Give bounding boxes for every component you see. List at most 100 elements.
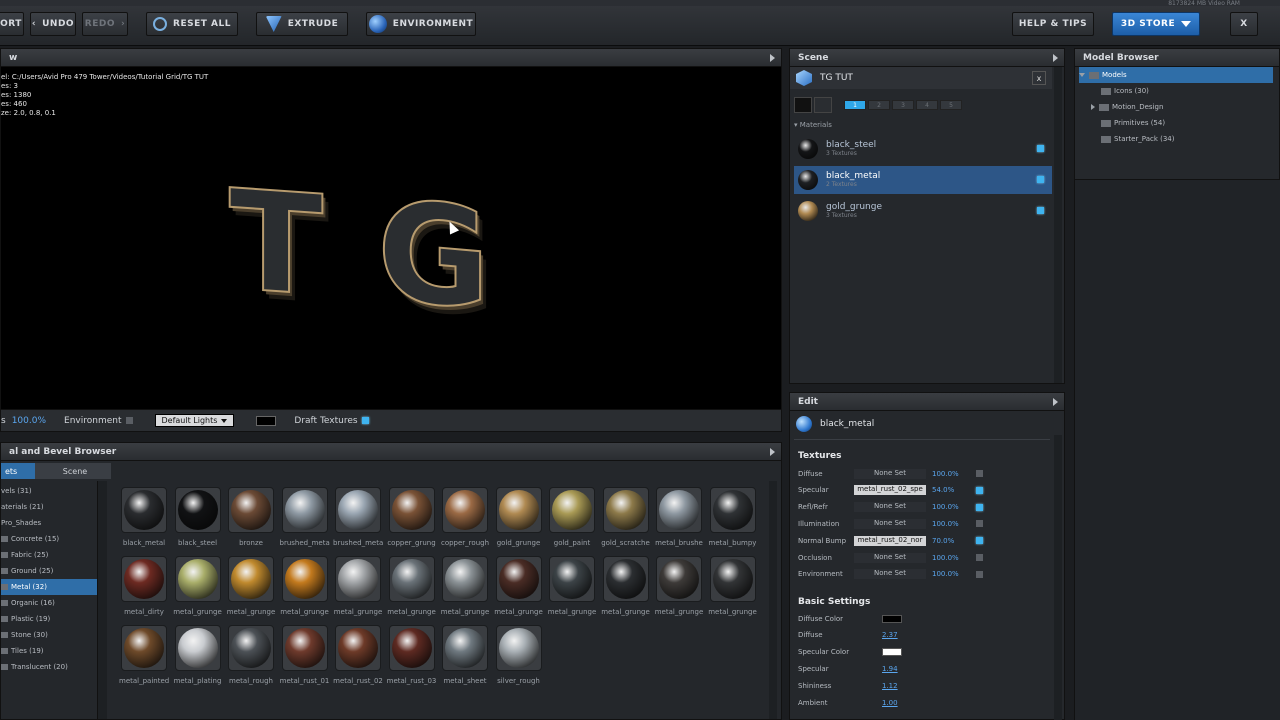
- tree-item[interactable]: Ground (25): [1, 563, 97, 579]
- basic-setting-value[interactable]: 1.12: [882, 682, 922, 690]
- material-thumbnail[interactable]: gold_grunge: [494, 487, 544, 547]
- material-thumbnail[interactable]: metal_sheet: [440, 625, 490, 685]
- zoom-value[interactable]: 100.0%: [12, 416, 46, 426]
- material-thumbnail[interactable]: brushed_meta: [280, 487, 330, 547]
- material-thumbnail[interactable]: metal_brushe: [654, 487, 704, 547]
- material-thumbnail[interactable]: copper_rough: [440, 487, 490, 547]
- color-swatch[interactable]: [882, 614, 902, 623]
- material-thumbnail[interactable]: silver_rough: [494, 625, 544, 685]
- material-visible-checkbox[interactable]: [1037, 145, 1044, 152]
- expand-arrow-icon[interactable]: [770, 54, 775, 62]
- tree-item[interactable]: Concrete (15): [1, 531, 97, 547]
- tree-item[interactable]: Translucent (20): [1, 659, 97, 675]
- model-tree-item[interactable]: Motion_Design: [1079, 99, 1273, 115]
- material-thumbnail[interactable]: metal_rust_01: [280, 625, 330, 685]
- material-thumbnail[interactable]: metal_grunge: [494, 556, 544, 616]
- expand-arrow-icon[interactable]: [770, 448, 775, 456]
- texture-strength[interactable]: 100.0%: [932, 520, 972, 528]
- undo-button[interactable]: ‹ UNDO: [30, 12, 76, 36]
- texture-enable-checkbox[interactable]: [976, 520, 983, 528]
- lights-dropdown[interactable]: Default Lights: [154, 414, 235, 427]
- material-thumbnail[interactable]: metal_grunge: [440, 556, 490, 616]
- scene-material-row[interactable]: gold_grunge 3 Textures: [794, 197, 1052, 225]
- texture-slot[interactable]: None Set: [854, 552, 926, 563]
- material-thumbnail[interactable]: metal_grunge: [226, 556, 276, 616]
- scene-object-row[interactable]: TG TUT x: [790, 67, 1052, 89]
- material-thumbnail[interactable]: metal_grunge: [280, 556, 330, 616]
- texture-strength[interactable]: 100.0%: [932, 554, 972, 562]
- material-thumbnail[interactable]: metal_painted: [119, 625, 169, 685]
- texture-slot[interactable]: metal_rust_02_nor: [854, 535, 926, 546]
- 3d-store-button[interactable]: 3D STORE: [1112, 12, 1200, 36]
- material-thumbnail[interactable]: metal_grunge: [333, 556, 383, 616]
- expand-arrow-icon[interactable]: [1053, 54, 1058, 62]
- tree-item[interactable]: Plastic (19): [1, 611, 97, 627]
- model-tree-item[interactable]: Icons (30): [1079, 83, 1273, 99]
- close-app-button[interactable]: X: [1230, 12, 1258, 36]
- tree-item[interactable]: Pro_Shades: [1, 515, 97, 531]
- close-object-button[interactable]: x: [1032, 71, 1046, 85]
- 3d-text-letter-g[interactable]: G: [376, 169, 491, 342]
- basic-setting-value[interactable]: 1.94: [882, 665, 922, 673]
- material-thumbnail[interactable]: metal_grunge: [547, 556, 597, 616]
- gear-icon[interactable]: [814, 97, 832, 113]
- tree-item[interactable]: Organic (16): [1, 595, 97, 611]
- redo-button[interactable]: REDO ›: [82, 12, 128, 36]
- texture-slot[interactable]: None Set: [854, 569, 926, 580]
- tree-item[interactable]: Tiles (19): [1, 643, 97, 659]
- material-thumbnail[interactable]: metal_rust_02: [333, 625, 383, 685]
- material-thumbnail[interactable]: gold_scratche: [601, 487, 651, 547]
- page-button[interactable]: 3: [892, 100, 914, 110]
- scene-scrollbar[interactable]: [1054, 67, 1062, 383]
- material-thumbnail[interactable]: black_metal: [119, 487, 169, 547]
- export-button[interactable]: ORT: [0, 12, 24, 36]
- tree-scrollbar[interactable]: [97, 481, 107, 719]
- texture-slot[interactable]: None Set: [854, 502, 926, 513]
- environment-button[interactable]: ENVIRONMENT: [366, 12, 476, 36]
- scene-material-row[interactable]: black_metal 2 Textures: [794, 166, 1052, 194]
- texture-strength[interactable]: 70.0%: [932, 537, 972, 545]
- material-visible-checkbox[interactable]: [1037, 207, 1044, 214]
- edit-scrollbar[interactable]: [1054, 435, 1062, 720]
- basic-setting-value[interactable]: 2.37: [882, 631, 922, 639]
- texture-strength[interactable]: 100.0%: [932, 570, 972, 578]
- environment-checkbox[interactable]: [125, 417, 133, 424]
- texture-enable-checkbox[interactable]: [976, 570, 983, 578]
- tree-item[interactable]: Metal (32): [1, 579, 97, 595]
- color-swatch[interactable]: [882, 648, 902, 657]
- material-thumbnail[interactable]: gold_paint: [547, 487, 597, 547]
- chevron-right-icon[interactable]: [1091, 104, 1095, 110]
- extrude-button[interactable]: EXTRUDE: [256, 12, 348, 36]
- texture-slot[interactable]: metal_rust_02_spe: [854, 485, 926, 496]
- material-thumbnail[interactable]: metal_rust_03: [387, 625, 437, 685]
- 3d-text-letter-t[interactable]: T: [228, 159, 324, 329]
- material-thumbnail[interactable]: metal_rough: [226, 625, 276, 685]
- texture-enable-checkbox[interactable]: [976, 486, 983, 494]
- texture-strength[interactable]: 54.0%: [932, 486, 972, 494]
- tree-item[interactable]: Stone (30): [1, 627, 97, 643]
- page-button[interactable]: 4: [916, 100, 938, 110]
- model-tree-item[interactable]: Starter_Pack (34): [1079, 131, 1273, 147]
- page-button[interactable]: 5: [940, 100, 962, 110]
- basic-setting-value[interactable]: 1.00: [882, 699, 922, 707]
- material-thumbnail[interactable]: metal_grunge: [601, 556, 651, 616]
- material-thumbnail[interactable]: copper_grung: [387, 487, 437, 547]
- texture-strength[interactable]: 100.0%: [932, 503, 972, 511]
- chevron-down-icon[interactable]: [1079, 73, 1085, 77]
- expand-arrow-icon[interactable]: [1053, 398, 1058, 406]
- texture-slot[interactable]: None Set: [854, 468, 926, 479]
- background-color-swatch[interactable]: [256, 415, 277, 426]
- texture-slot[interactable]: None Set: [854, 518, 926, 529]
- material-thumbnail[interactable]: metal_dirty: [119, 556, 169, 616]
- hierarchy-icon[interactable]: [794, 97, 812, 113]
- material-thumbnail[interactable]: metal_bumpy: [708, 487, 758, 547]
- tree-item[interactable]: vels (31): [1, 483, 97, 499]
- tab-presets[interactable]: ets: [1, 463, 35, 479]
- page-button[interactable]: 2: [868, 100, 890, 110]
- material-visible-checkbox[interactable]: [1037, 176, 1044, 183]
- tab-scene[interactable]: Scene: [35, 463, 111, 479]
- material-thumbnail[interactable]: black_steel: [173, 487, 223, 547]
- material-thumbnail[interactable]: metal_grunge: [708, 556, 758, 616]
- grid-scrollbar[interactable]: [769, 481, 777, 719]
- tree-item[interactable]: aterials (21): [1, 499, 97, 515]
